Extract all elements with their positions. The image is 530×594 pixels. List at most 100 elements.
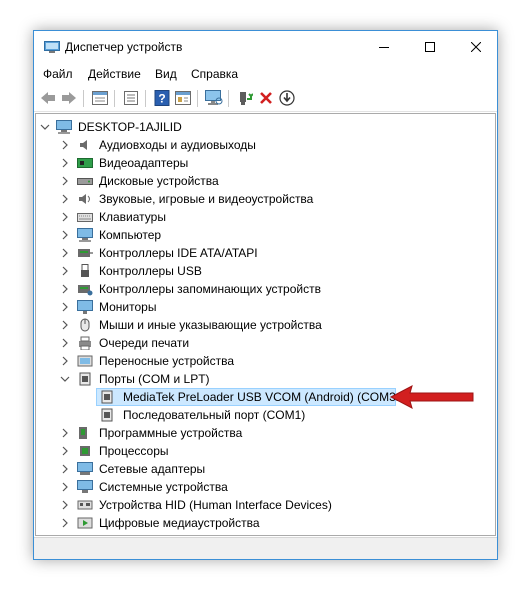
ide-controller-icon bbox=[78, 249, 93, 257]
update-driver-button[interactable] bbox=[235, 89, 255, 107]
tree-item-label: Мыши и иные указывающие устройства bbox=[99, 318, 322, 332]
tree-item-label: Устройства HID (Human Interface Devices) bbox=[99, 498, 332, 512]
download-button[interactable] bbox=[277, 89, 297, 107]
com-port-icon bbox=[101, 390, 113, 404]
menu-help[interactable]: Справка bbox=[191, 67, 238, 81]
tree-item-sound-devices[interactable]: Звуковые, игровые и видеоустройства bbox=[36, 190, 476, 208]
monitor-icon bbox=[77, 300, 93, 314]
chevron-right-icon[interactable] bbox=[60, 445, 70, 457]
speaker-icon bbox=[80, 140, 87, 150]
chevron-right-icon[interactable] bbox=[60, 265, 70, 277]
keyboard-icon bbox=[77, 213, 93, 222]
scan-hardware-button[interactable] bbox=[204, 89, 224, 107]
window-title: Диспетчер устройств bbox=[65, 40, 183, 54]
uninstall-device-button[interactable] bbox=[256, 89, 276, 107]
title-bar[interactable]: Диспетчер устройств bbox=[34, 31, 497, 63]
chevron-right-icon[interactable] bbox=[60, 337, 70, 349]
close-button[interactable] bbox=[453, 31, 499, 63]
toolbar: ? bbox=[34, 85, 497, 112]
chevron-right-icon[interactable] bbox=[60, 355, 70, 367]
menu-file[interactable]: Файл bbox=[43, 67, 73, 81]
resource-view-button[interactable] bbox=[173, 89, 193, 107]
chevron-down-icon[interactable] bbox=[60, 373, 70, 385]
maximize-icon bbox=[425, 42, 435, 52]
properties-grid-button[interactable] bbox=[90, 89, 110, 107]
tree-item-label: Дисковые устройства bbox=[99, 174, 219, 188]
back-button[interactable] bbox=[38, 89, 58, 107]
menu-view[interactable]: Вид bbox=[155, 67, 177, 81]
properties-grid-icon bbox=[92, 91, 108, 105]
tree-item-label: Порты (COM и LPT) bbox=[99, 372, 210, 386]
svg-text:?: ? bbox=[158, 92, 165, 106]
chevron-down-icon[interactable] bbox=[40, 121, 50, 133]
hid-icon bbox=[77, 500, 93, 510]
mouse-icon bbox=[80, 318, 90, 332]
tree-item-label: Контроллеры запоминающих устройств bbox=[99, 282, 321, 296]
tree-item-media-devices[interactable]: Цифровые медиаустройства bbox=[36, 514, 476, 532]
tree-item-monitors[interactable]: Мониторы bbox=[36, 298, 476, 316]
tree-item-portable-devices[interactable]: Переносные устройства bbox=[36, 352, 476, 370]
network-adapter-icon bbox=[77, 462, 93, 475]
tree-item-disk-drives[interactable]: Дисковые устройства bbox=[36, 172, 476, 190]
device-manager-window: Диспетчер устройств Файл Действие Вид Сп… bbox=[33, 30, 498, 560]
tree-item-label: Клавиатуры bbox=[99, 210, 166, 224]
chevron-right-icon[interactable] bbox=[60, 247, 70, 259]
help-button[interactable]: ? bbox=[152, 89, 172, 107]
computer-icon bbox=[77, 228, 93, 242]
tree-item-label: Звуковые, игровые и видеоустройства bbox=[99, 192, 314, 206]
tree-item-network-adapters[interactable]: Сетевые адаптеры bbox=[36, 460, 476, 478]
tree-item-label: MediaTek PreLoader USB VCOM (Android) (C… bbox=[123, 390, 407, 404]
tree-item-ide-controllers[interactable]: Контроллеры IDE ATA/ATAPI bbox=[36, 244, 476, 262]
chevron-right-icon[interactable] bbox=[60, 427, 70, 439]
display-adapter-icon bbox=[77, 158, 93, 168]
chevron-right-icon[interactable] bbox=[60, 517, 70, 529]
tree-item-label: Цифровые медиаустройства bbox=[99, 516, 260, 530]
tree-item-processors[interactable]: Процессоры bbox=[36, 442, 476, 460]
chevron-right-icon[interactable] bbox=[60, 193, 70, 205]
chevron-right-icon[interactable] bbox=[60, 463, 70, 475]
tree-item-display-adapters[interactable]: Видеоадаптеры bbox=[36, 154, 476, 172]
tree-item-storage-controllers[interactable]: Контроллеры запоминающих устройств bbox=[36, 280, 476, 298]
chevron-right-icon[interactable] bbox=[60, 301, 70, 313]
maximize-button[interactable] bbox=[407, 31, 453, 63]
chevron-right-icon[interactable] bbox=[60, 481, 70, 493]
chevron-right-icon[interactable] bbox=[60, 499, 70, 511]
device-tree[interactable]: DESKTOP-1AJILID Аудиовходы и аудиовыходы… bbox=[35, 113, 496, 536]
tree-root-label: DESKTOP-1AJILID bbox=[78, 120, 182, 134]
chevron-right-icon[interactable] bbox=[60, 175, 70, 187]
chevron-right-icon[interactable] bbox=[60, 319, 70, 331]
uninstall-icon bbox=[260, 92, 272, 104]
tree-item-audio-io[interactable]: Аудиовходы и аудиовыходы bbox=[36, 136, 476, 154]
tree-item-label: Очереди печати bbox=[99, 336, 190, 350]
tree-item-mice[interactable]: Мыши и иные указывающие устройства bbox=[36, 316, 476, 334]
tree-item-label: Последовательный порт (COM1) bbox=[123, 408, 306, 422]
red-annotation-arrow bbox=[389, 385, 474, 409]
tree-item-print-queues[interactable]: Очереди печати bbox=[36, 334, 476, 352]
chevron-right-icon[interactable] bbox=[60, 283, 70, 295]
tree-item-software-devices[interactable]: Программные устройства bbox=[36, 424, 476, 442]
minimize-button[interactable] bbox=[361, 31, 407, 63]
tree-item-usb-controllers[interactable]: Контроллеры USB bbox=[36, 262, 476, 280]
close-icon bbox=[471, 42, 481, 52]
usb-controller-icon bbox=[81, 264, 89, 277]
tree-item-label: Системные устройства bbox=[99, 480, 228, 494]
tree-root-node[interactable]: DESKTOP-1AJILID bbox=[36, 118, 476, 136]
tree-item-label: Контроллеры USB bbox=[99, 264, 202, 278]
show-list-button[interactable] bbox=[121, 89, 141, 107]
chevron-right-icon[interactable] bbox=[60, 157, 70, 169]
software-device-icon bbox=[79, 427, 87, 439]
chevron-right-icon[interactable] bbox=[60, 139, 70, 151]
tree-item-computer[interactable]: Компьютер bbox=[36, 226, 476, 244]
print-queue-icon bbox=[79, 336, 91, 350]
resource-view-icon bbox=[175, 91, 191, 105]
chevron-right-icon[interactable] bbox=[60, 229, 70, 241]
tree-item-label: Компьютер bbox=[99, 228, 162, 242]
menu-action[interactable]: Действие bbox=[88, 67, 141, 81]
chevron-right-icon[interactable] bbox=[60, 211, 70, 223]
tree-item-keyboards[interactable]: Клавиатуры bbox=[36, 208, 476, 226]
forward-button[interactable] bbox=[59, 89, 79, 107]
menu-bar: Файл Действие Вид Справка bbox=[34, 63, 497, 85]
show-list-icon bbox=[124, 91, 138, 105]
tree-item-system-devices[interactable]: Системные устройства bbox=[36, 478, 476, 496]
tree-item-hid[interactable]: Устройства HID (Human Interface Devices) bbox=[36, 496, 476, 514]
